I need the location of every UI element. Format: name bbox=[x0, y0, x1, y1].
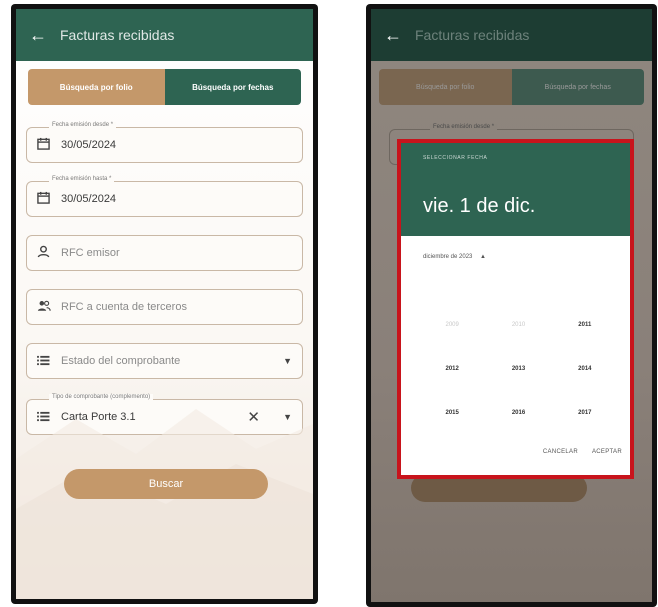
month-year-selector[interactable]: diciembre de 2023 ▲ bbox=[423, 254, 486, 260]
estado-comprobante-placeholder: Estado del comprobante bbox=[61, 355, 181, 367]
cancel-button[interactable]: CANCELAR bbox=[543, 449, 578, 455]
year-grid: 2009 2010 2011 2012 2013 2014 2015 2016 … bbox=[419, 303, 618, 435]
search-mode-tabs: Búsqueda por folio Búsqueda por fechas bbox=[379, 69, 644, 105]
year-option[interactable]: 2015 bbox=[419, 410, 485, 416]
accept-button[interactable]: ACEPTAR bbox=[592, 449, 622, 455]
chevron-down-icon[interactable]: ▼ bbox=[283, 356, 292, 366]
year-option[interactable]: 2011 bbox=[552, 322, 618, 328]
year-row: 2012 2013 2014 bbox=[419, 347, 618, 391]
estado-comprobante-select[interactable]: Estado del comprobante ▼ bbox=[26, 343, 303, 379]
list-icon bbox=[37, 410, 61, 425]
year-row: 2009 2010 2011 bbox=[419, 303, 618, 347]
tab-search-by-dates[interactable]: Búsqueda por fechas bbox=[164, 69, 301, 105]
dialog-actions: CANCELAR ACEPTAR bbox=[543, 449, 622, 455]
year-option[interactable]: 2012 bbox=[419, 366, 485, 372]
close-icon[interactable]: ✕ bbox=[247, 408, 260, 426]
year-option[interactable]: 2014 bbox=[552, 366, 618, 372]
month-year-label: diciembre de 2023 bbox=[423, 254, 473, 260]
date-from-field[interactable]: Fecha emisión desde * 30/05/2024 bbox=[26, 122, 303, 163]
date-from-label: Fecha emisión desde * bbox=[49, 122, 117, 128]
search-mode-tabs: Búsqueda por folio Búsqueda por fechas bbox=[28, 69, 301, 105]
rfc-emisor-field[interactable]: RFC emisor bbox=[26, 235, 303, 271]
year-row: 2015 2016 2017 bbox=[419, 391, 618, 435]
page-title: Facturas recibidas bbox=[60, 27, 175, 43]
dialog-header: SELECCIONAR FECHA vie. 1 de dic. bbox=[401, 143, 630, 236]
person-icon bbox=[37, 245, 61, 261]
phone-left: ← Facturas recibidas Búsqueda por folio … bbox=[11, 4, 318, 604]
tipo-comprobante-value: Carta Porte 3.1 bbox=[61, 411, 136, 423]
rfc-terceros-placeholder: RFC a cuenta de terceros bbox=[61, 301, 187, 313]
tab-search-by-folio[interactable]: Búsqueda por folio bbox=[28, 69, 165, 105]
tab-search-by-dates[interactable]: Búsqueda por fechas bbox=[511, 69, 644, 105]
dialog-header-label: SELECCIONAR FECHA bbox=[423, 155, 488, 161]
tipo-comprobante-label: Tipo de comprobante (complemento) bbox=[49, 394, 154, 400]
tab-search-by-folio[interactable]: Búsqueda por folio bbox=[379, 69, 512, 105]
back-arrow-icon[interactable]: ← bbox=[16, 25, 60, 46]
date-from-value: 30/05/2024 bbox=[61, 139, 117, 151]
calendar-icon bbox=[37, 137, 61, 153]
list-icon bbox=[37, 354, 61, 369]
date-picker-dialog: SELECCIONAR FECHA vie. 1 de dic. diciemb… bbox=[401, 143, 630, 475]
year-option[interactable]: 2017 bbox=[552, 410, 618, 416]
rfc-terceros-field[interactable]: RFC a cuenta de terceros bbox=[26, 289, 303, 325]
rfc-emisor-placeholder: RFC emisor bbox=[61, 247, 120, 259]
people-icon bbox=[37, 299, 61, 315]
chevron-down-icon[interactable]: ▼ bbox=[283, 412, 292, 422]
date-from-label: Fecha emisión desde * bbox=[430, 124, 498, 130]
date-to-label: Fecha emisión hasta * bbox=[49, 176, 115, 182]
date-to-field[interactable]: Fecha emisión hasta * 30/05/2024 bbox=[26, 176, 303, 217]
chevron-up-icon: ▲ bbox=[480, 254, 486, 260]
page-title: Facturas recibidas bbox=[415, 27, 530, 43]
year-option: 2009 bbox=[445, 322, 459, 328]
date-to-value: 30/05/2024 bbox=[61, 193, 117, 205]
back-arrow-icon[interactable]: ← bbox=[371, 25, 415, 46]
screen-left: ← Facturas recibidas Búsqueda por folio … bbox=[16, 9, 313, 599]
tipo-comprobante-select[interactable]: Tipo de comprobante (complemento) Carta … bbox=[26, 394, 303, 435]
year-option: 2010 bbox=[511, 322, 526, 328]
calendar-icon bbox=[37, 191, 61, 207]
selected-date: vie. 1 de dic. bbox=[423, 195, 536, 217]
year-option[interactable]: 2016 bbox=[485, 410, 551, 416]
app-bar: ← Facturas recibidas bbox=[371, 9, 652, 61]
search-button[interactable]: Buscar bbox=[64, 469, 268, 499]
app-bar: ← Facturas recibidas bbox=[16, 9, 313, 61]
year-option[interactable]: 2013 bbox=[485, 366, 551, 372]
highlight-frame: SELECCIONAR FECHA vie. 1 de dic. diciemb… bbox=[397, 139, 634, 479]
